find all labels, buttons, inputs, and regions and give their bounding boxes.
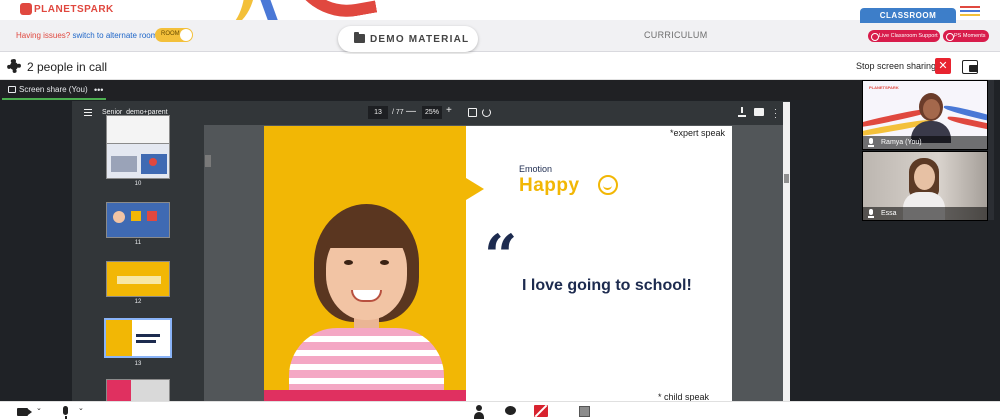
participant-name-bar: Ramya (You) [863, 136, 987, 149]
pdf-page-area: *expert speak Emotion Happy “ I love goi… [212, 125, 782, 401]
thumbnail-page[interactable] [106, 143, 170, 179]
zoom-out-button[interactable]: — [406, 106, 416, 117]
screen-share-tab[interactable]: Screen share (You) ••• [2, 80, 106, 100]
thumbnail-scrollbar[interactable] [205, 155, 211, 167]
folder-icon [354, 32, 365, 43]
participant-tile[interactable]: PLANETSPARK Ramya (You) [862, 80, 988, 150]
picture-in-picture-icon[interactable] [962, 60, 978, 74]
ps-moments-button[interactable]: PS Moments [943, 30, 989, 42]
top-bar: PLANETSPARK Having issues? switch to alt… [0, 0, 1000, 54]
thumbnail-sidebar: 10 11 12 13 [72, 115, 204, 401]
participant-name-bar: Essa [863, 207, 987, 220]
rotate-icon[interactable] [482, 108, 491, 117]
thumbnail-page[interactable] [106, 261, 170, 297]
decoration-arc-blue [242, 0, 308, 20]
participant-name: Essa [881, 210, 897, 217]
screen-share-icon [8, 86, 16, 93]
thumbnail-number: 10 [134, 181, 142, 187]
whiteboard-icon[interactable] [579, 406, 590, 417]
participant-name: Ramya (You) [881, 139, 922, 146]
download-icon[interactable] [738, 107, 746, 117]
room-toggle[interactable]: ROOM [155, 28, 193, 42]
child-bangs [325, 216, 409, 248]
emotion-value: Happy [519, 175, 580, 196]
child-eye [380, 260, 389, 265]
thumbnail-number: 13 [134, 361, 142, 367]
participants-icon[interactable] [474, 405, 484, 419]
participant-face [923, 99, 940, 119]
zoom-input[interactable]: 25% [422, 106, 442, 119]
logo-icon [20, 3, 32, 15]
more-vertical-icon[interactable]: · · · [774, 105, 777, 122]
thumbnail-page[interactable] [106, 202, 170, 238]
stop-sharing-label: Stop screen sharing [856, 61, 937, 71]
page-scrollbar[interactable] [783, 102, 790, 401]
demo-material-label: DEMO MATERIAL [370, 34, 470, 45]
video-stage: Screen share (You) ••• Senior_demo+paren… [0, 80, 1000, 401]
screen-share-off-icon[interactable] [534, 405, 548, 417]
menu-icon[interactable] [960, 6, 980, 18]
brand-logo: PLANETSPARK [34, 4, 114, 15]
expert-speak-note: *expert speak [670, 128, 726, 138]
camera-icon[interactable] [17, 408, 32, 416]
slide-red-bar [264, 390, 466, 401]
issue-notice: Having issues? switch to alternate room [16, 31, 157, 40]
sidebar-menu-icon[interactable] [84, 109, 92, 116]
toggle-knob [180, 29, 192, 41]
chevron-down-icon[interactable]: ⌄ [78, 404, 84, 412]
participants-scrollbar[interactable] [988, 80, 994, 220]
fit-page-icon[interactable] [468, 108, 477, 117]
page-number-input[interactable]: 13 [368, 106, 388, 119]
thumbnail-number: 12 [134, 299, 142, 305]
room-toggle-label: ROOM [161, 31, 180, 37]
live-support-button[interactable]: Live Classroom Support [868, 30, 940, 42]
child-speak-note: * child speak [658, 392, 710, 401]
thumbnail-partial[interactable] [106, 379, 170, 401]
thumbnail-page-selected[interactable] [104, 318, 172, 358]
participant-face [914, 164, 935, 190]
page-scrollbar-thumb[interactable] [784, 174, 789, 183]
thumbnail-number: 11 [134, 240, 142, 246]
slide-page: *expert speak Emotion Happy “ I love goi… [264, 126, 732, 401]
alternate-room-link[interactable]: switch to alternate room [72, 31, 157, 40]
stop-sharing-button[interactable]: ✕ [935, 58, 951, 74]
bottom-controls: ⌄ ⌄ [0, 401, 1000, 419]
chat-icon[interactable] [505, 406, 516, 415]
tile-logo: PLANETSPARK [869, 85, 899, 90]
emotion-label: Emotion [519, 164, 553, 174]
participant-tile[interactable]: Essa [862, 151, 988, 221]
participant-video [911, 93, 951, 143]
call-bar: 2 people in call Stop screen sharing ✕ [0, 54, 1000, 80]
microphone-icon[interactable] [63, 406, 68, 419]
mic-icon [868, 209, 874, 218]
curriculum-tab[interactable]: CURRICULUM [644, 30, 708, 40]
child-photo [289, 204, 444, 401]
demo-material-button[interactable]: DEMO MATERIAL [338, 26, 478, 52]
people-count: 2 people in call [27, 60, 108, 74]
page-total: / 77 [392, 109, 404, 116]
participants-panel: PLANETSPARK Ramya (You) Essa [862, 80, 1000, 230]
quote-text: I love going to school! [522, 277, 692, 294]
classroom-tab[interactable]: CLASSROOM [860, 8, 956, 23]
quote-icon: “ [484, 222, 518, 290]
gear-icon-core [10, 62, 18, 70]
slide-arrow [466, 178, 484, 200]
print-icon[interactable] [754, 108, 764, 116]
more-options-icon[interactable]: ••• [94, 80, 103, 100]
screen-share-tab-label: Screen share (You) [19, 85, 88, 94]
issue-prefix: Having issues? [16, 31, 71, 40]
chevron-down-icon[interactable]: ⌄ [36, 404, 42, 412]
pdf-toolbar: Senior_demo+parent 13 / 77 — 25% + · · · [72, 101, 790, 125]
smiley-icon [598, 175, 618, 195]
share-tab-bar: Screen share (You) ••• [0, 80, 862, 100]
child-eye [344, 260, 353, 265]
zoom-in-button[interactable]: + [446, 105, 452, 116]
pdf-viewer: Senior_demo+parent 13 / 77 — 25% + · · · 1… [72, 101, 790, 401]
mic-icon [868, 138, 874, 147]
